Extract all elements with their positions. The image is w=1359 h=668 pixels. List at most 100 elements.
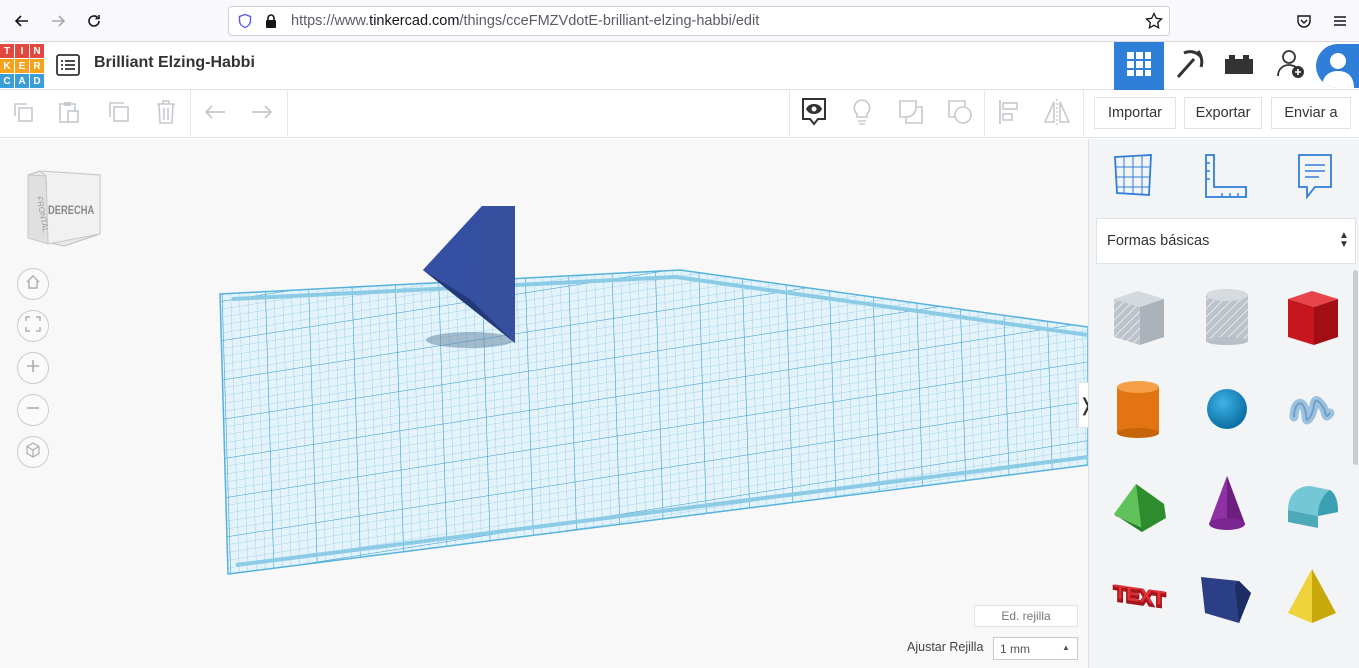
align-icon bbox=[997, 98, 1021, 131]
round-roof-icon bbox=[1288, 486, 1338, 528]
browser-toolbar: https://www.tinkercad.com/things/cceFMZV… bbox=[0, 0, 1359, 42]
ungroup-button[interactable] bbox=[937, 90, 983, 138]
tinkercad-logo[interactable]: T I N K E R C A D bbox=[0, 44, 44, 88]
cylinder-hole-icon bbox=[1206, 289, 1248, 345]
zoom-in-button[interactable] bbox=[17, 352, 49, 384]
url-text: https://www.tinkercad.com/things/cceFMZV… bbox=[291, 13, 760, 29]
mirror-button[interactable] bbox=[1034, 90, 1080, 138]
paste-button[interactable] bbox=[46, 90, 92, 138]
redo-button[interactable] bbox=[239, 90, 285, 138]
shape-round-roof[interactable] bbox=[1280, 470, 1344, 534]
invite-user-button[interactable] bbox=[1266, 42, 1316, 90]
snap-grid-value: 1 mm bbox=[1000, 641, 1030, 656]
redo-icon bbox=[250, 104, 274, 125]
workplane-viewport[interactable]: DERECHA FRONTAL bbox=[0, 139, 1088, 668]
fit-view-button[interactable] bbox=[17, 310, 49, 342]
shape-roof[interactable] bbox=[1106, 470, 1170, 534]
workplane-grid[interactable] bbox=[219, 269, 1088, 575]
polygon-icon bbox=[1201, 577, 1251, 623]
logo-letter: E bbox=[15, 59, 29, 73]
show-hidden-button[interactable] bbox=[791, 90, 837, 138]
logo-letter: K bbox=[0, 59, 14, 73]
box-icon bbox=[1288, 291, 1338, 345]
grid-view-icon bbox=[1126, 51, 1152, 82]
import-button[interactable]: Importar bbox=[1094, 97, 1176, 129]
group-button[interactable] bbox=[888, 90, 934, 138]
sphere-icon bbox=[1207, 389, 1247, 429]
shape-cylinder-hole[interactable] bbox=[1195, 285, 1259, 349]
logo-letter: N bbox=[30, 44, 44, 58]
shape-sphere[interactable] bbox=[1195, 377, 1259, 441]
shape-scribble[interactable] bbox=[1280, 377, 1344, 441]
export-button[interactable]: Exportar bbox=[1184, 97, 1262, 129]
3d-view-button[interactable] bbox=[1114, 42, 1164, 90]
logo-letter: R bbox=[30, 59, 44, 73]
bookmark-star-icon[interactable] bbox=[1145, 11, 1163, 35]
design-title[interactable]: Brilliant Elzing-Habbi bbox=[94, 54, 255, 72]
toolbar-divider bbox=[287, 90, 288, 138]
pyramid-icon bbox=[1288, 569, 1336, 623]
undo-button[interactable] bbox=[192, 90, 238, 138]
caret-up-icon: ▲ bbox=[1062, 643, 1070, 652]
view-cube[interactable]: DERECHA FRONTAL bbox=[26, 170, 102, 253]
copy-button[interactable] bbox=[0, 90, 46, 138]
shapes-panel: Formas básicas ▲ ▼ TEXT TEXT bbox=[1088, 139, 1359, 668]
duplicate-icon bbox=[105, 100, 131, 129]
ungroup-shape-icon bbox=[946, 98, 974, 131]
address-bar[interactable]: https://www.tinkercad.com/things/cceFMZV… bbox=[228, 6, 1170, 36]
pocket-icon[interactable] bbox=[1290, 7, 1318, 35]
minus-icon bbox=[25, 399, 41, 422]
align-button[interactable] bbox=[986, 90, 1032, 138]
snap-grid-select[interactable]: 1 mm ▲ bbox=[993, 637, 1078, 660]
mirror-icon bbox=[1042, 98, 1072, 131]
cube-icon bbox=[25, 441, 41, 464]
codeblocks-button[interactable] bbox=[1164, 42, 1214, 90]
bulb-icon bbox=[850, 98, 874, 131]
shield-icon[interactable] bbox=[237, 13, 253, 34]
group-shape-icon bbox=[897, 98, 925, 131]
roof-icon bbox=[1114, 484, 1166, 532]
shape-cone[interactable] bbox=[1195, 470, 1259, 534]
logo-letter: D bbox=[30, 74, 44, 88]
design-list-icon[interactable] bbox=[56, 54, 80, 81]
shape-pyramid[interactable] bbox=[1280, 563, 1344, 627]
back-arrow-icon[interactable] bbox=[8, 7, 36, 35]
reload-icon[interactable] bbox=[80, 7, 108, 35]
workplane-tool-button[interactable] bbox=[1113, 153, 1155, 202]
notes-tool-button[interactable] bbox=[1295, 153, 1335, 204]
send-to-button[interactable]: Enviar a bbox=[1271, 97, 1351, 129]
ruler-tool-button[interactable] bbox=[1203, 153, 1249, 204]
panel-scrollbar[interactable] bbox=[1353, 270, 1358, 465]
plus-icon bbox=[25, 357, 41, 380]
select-arrows-icon: ▲ ▼ bbox=[1339, 230, 1349, 250]
logo-letter: C bbox=[0, 74, 14, 88]
forward-arrow-icon[interactable] bbox=[44, 7, 72, 35]
box-hole-icon bbox=[1114, 291, 1164, 345]
ruler-icon bbox=[1203, 154, 1249, 203]
zoom-out-button[interactable] bbox=[17, 394, 49, 426]
brick-icon bbox=[1224, 53, 1254, 80]
shape-cylinder[interactable] bbox=[1106, 377, 1170, 441]
avatar[interactable] bbox=[1316, 44, 1359, 88]
menu-icon[interactable] bbox=[1326, 7, 1354, 35]
home-icon bbox=[25, 273, 41, 296]
lock-icon[interactable] bbox=[263, 13, 279, 34]
shape-text[interactable]: TEXT TEXT bbox=[1106, 563, 1170, 627]
toolbar-divider bbox=[1083, 90, 1084, 138]
bricks-button[interactable] bbox=[1214, 42, 1264, 90]
shape-category-select[interactable]: Formas básicas ▲ ▼ bbox=[1096, 218, 1356, 264]
duplicate-button[interactable] bbox=[95, 90, 141, 138]
toolbar-divider bbox=[190, 90, 191, 138]
projection-button[interactable] bbox=[17, 436, 49, 468]
shape-box[interactable] bbox=[1280, 285, 1344, 349]
workplane-canvas[interactable] bbox=[0, 139, 1088, 668]
delete-button[interactable] bbox=[143, 90, 189, 138]
undo-icon bbox=[203, 104, 227, 125]
shape-box-hole[interactable] bbox=[1106, 285, 1170, 349]
light-bulb-button[interactable] bbox=[839, 90, 885, 138]
copy-icon bbox=[11, 100, 35, 129]
shape-polygon[interactable] bbox=[1195, 563, 1259, 627]
home-view-button[interactable] bbox=[17, 268, 49, 300]
edit-grid-button[interactable]: Ed. rejilla bbox=[974, 605, 1078, 627]
view-cube-face-label: DERECHA bbox=[48, 203, 95, 217]
